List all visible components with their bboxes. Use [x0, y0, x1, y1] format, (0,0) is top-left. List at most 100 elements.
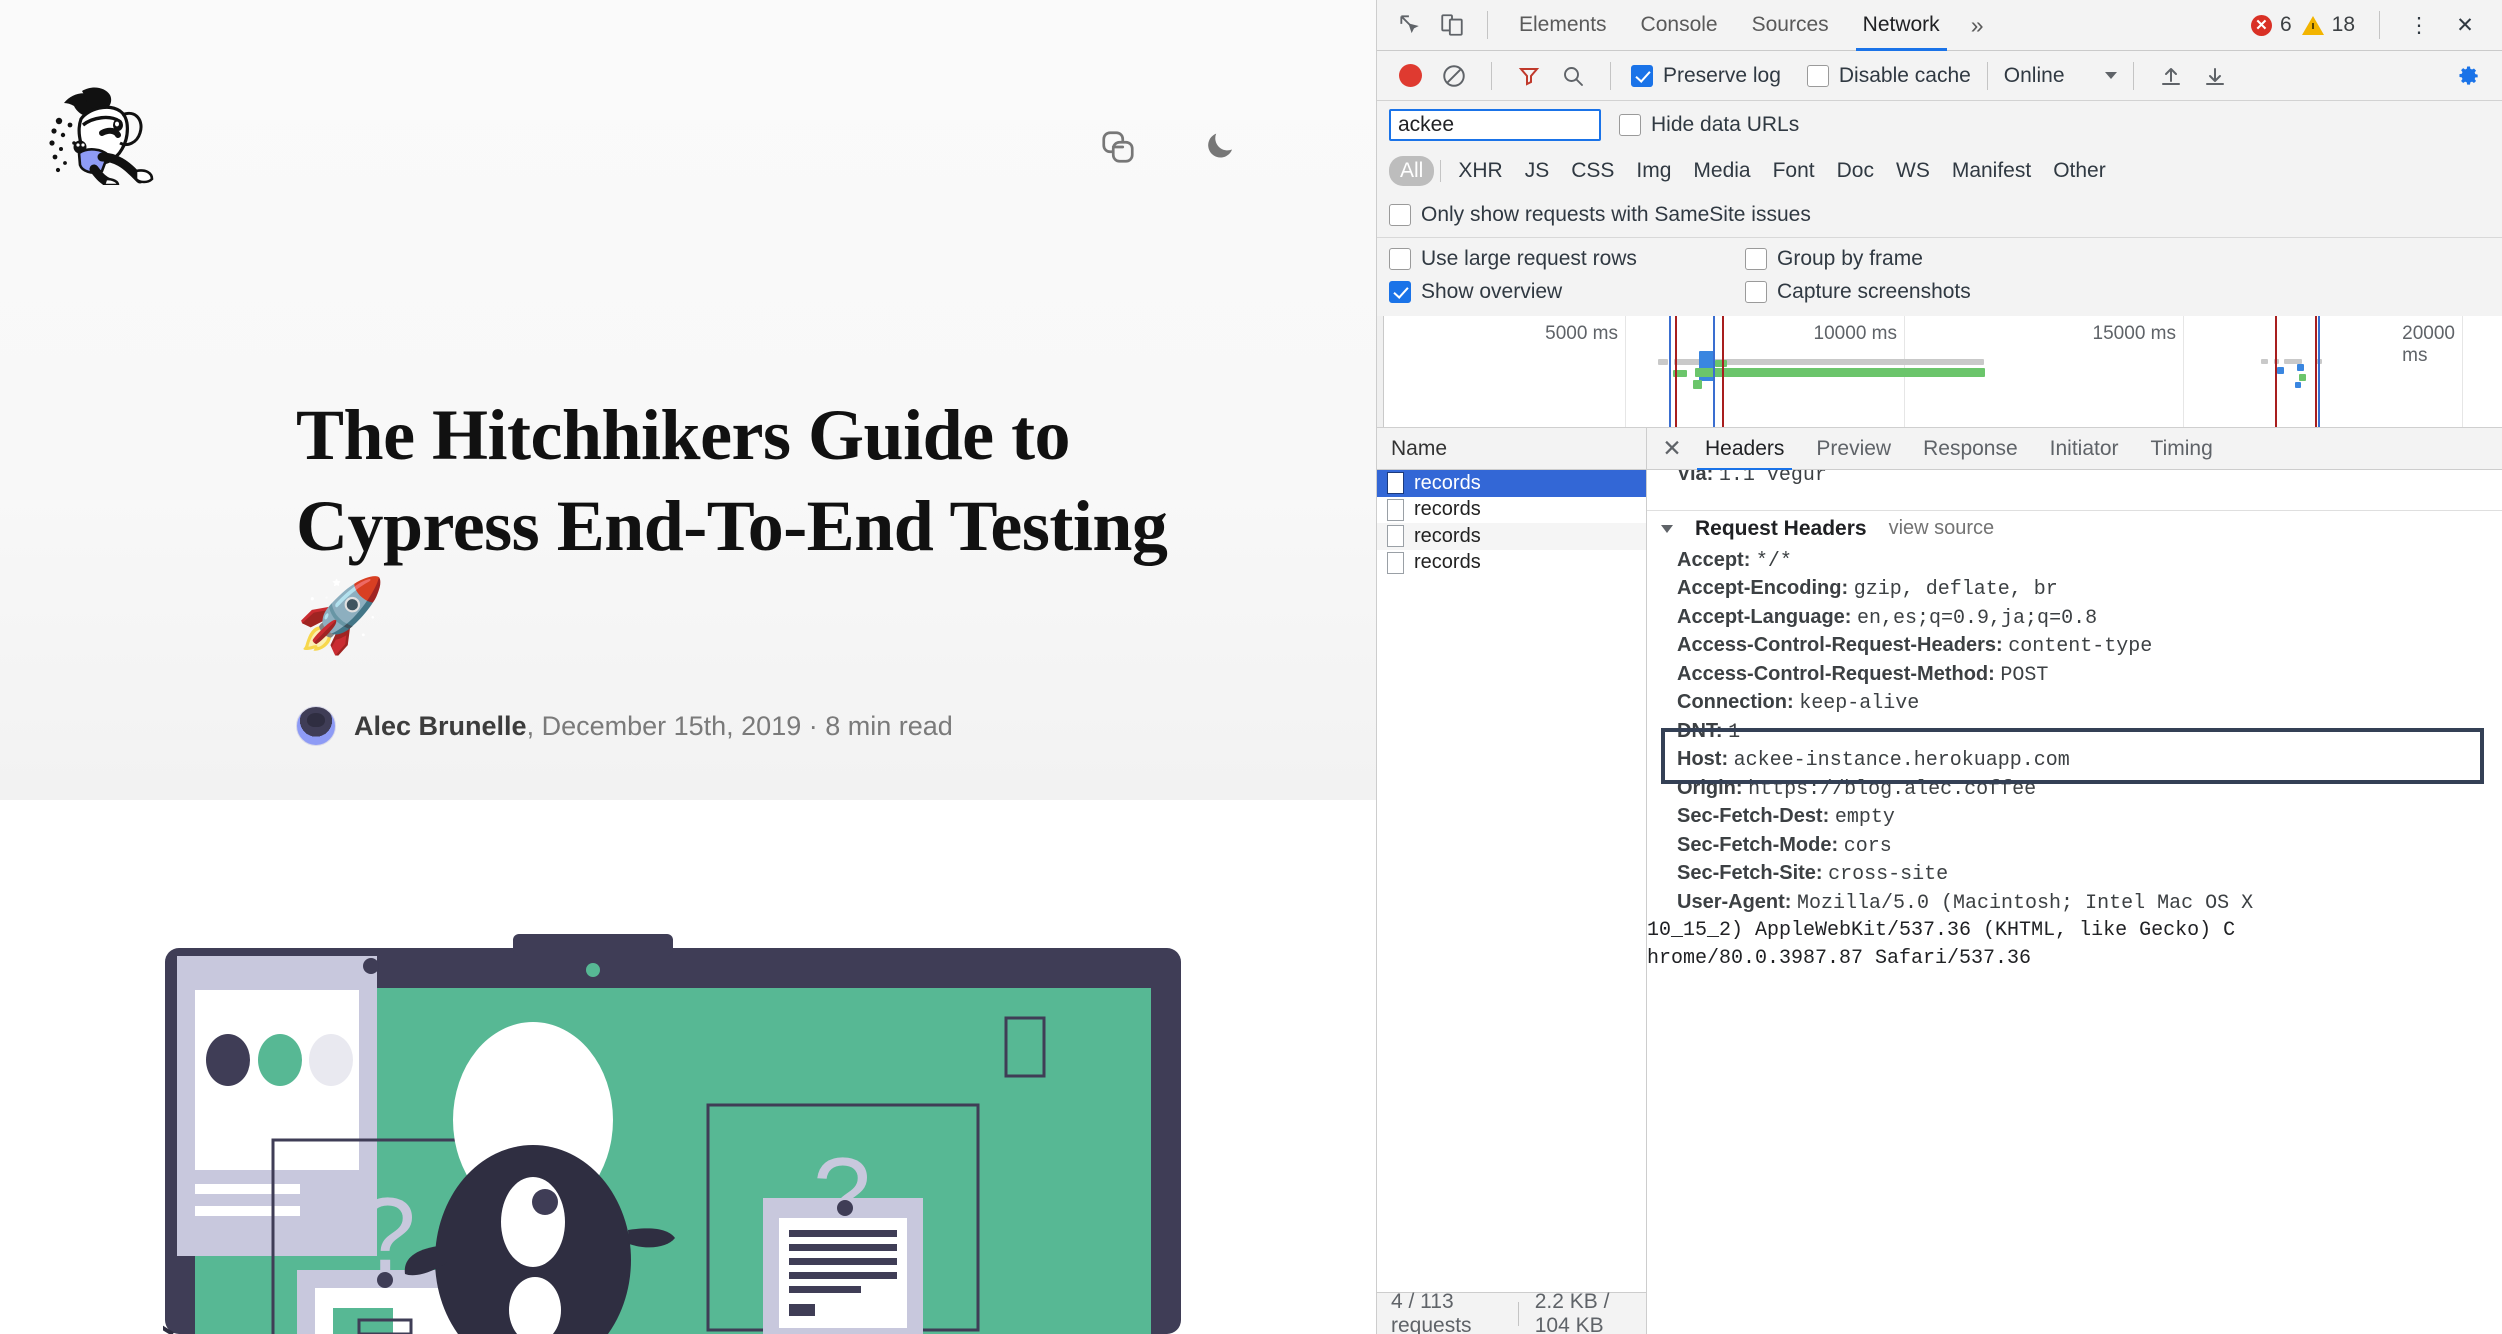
more-options-icon[interactable]: ⋮ [2398, 4, 2440, 46]
overview-bar [2297, 364, 2304, 371]
capture-screenshots-label: Capture screenshots [1777, 279, 1971, 303]
preserve-log-checkbox[interactable] [1631, 64, 1653, 87]
header-value: cross-site [1828, 863, 1949, 886]
request-list-column-header[interactable]: Name [1377, 428, 1646, 470]
header-name: DNT: [1677, 719, 1723, 742]
tab-preview[interactable]: Preview [1800, 428, 1907, 470]
status-divider [1517, 1301, 1519, 1326]
header-value: empty [1834, 806, 1895, 829]
large-rows-checkbox[interactable] [1389, 247, 1411, 270]
type-filter-media[interactable]: Media [1682, 156, 1761, 186]
tab-console[interactable]: Console [1624, 0, 1735, 51]
overview-bar [2261, 359, 2268, 364]
error-count-badge[interactable]: ✕ 6 [2250, 13, 2292, 37]
overview-bar [1695, 368, 1985, 377]
header-value: ackee-instance.herokuapp.com [1733, 749, 2070, 772]
view-source-link[interactable]: view source [1889, 517, 1995, 540]
overview-tick-5000: 5000 ms [1545, 323, 1618, 344]
dark-mode-moon-icon[interactable] [1203, 128, 1241, 166]
type-filter-css[interactable]: CSS [1560, 156, 1625, 186]
post-date-readtime: , December 15th, 2019 · 8 min read [526, 710, 953, 741]
show-overview-checkbox-row[interactable]: Show overview [1389, 280, 1745, 304]
share-link-icon[interactable] [1099, 128, 1137, 166]
overview-gridline [1625, 316, 1626, 427]
header-row-sec-fetch-mode: Sec-Fetch-Mode: cors [1647, 832, 2502, 861]
tab-sources[interactable]: Sources [1735, 0, 1846, 51]
capture-screenshots-checkbox-row[interactable]: Capture screenshots [1745, 280, 2490, 304]
header-value: */* [1755, 549, 1792, 573]
tab-headers[interactable]: Headers [1689, 428, 1800, 471]
tab-initiator[interactable]: Initiator [2034, 428, 2135, 470]
table-row[interactable]: records [1377, 523, 1646, 550]
filter-input[interactable] [1389, 109, 1601, 141]
type-filter-manifest[interactable]: Manifest [1941, 156, 2042, 186]
header-row-origin: Origin: https://blog.alec.coffee [1647, 775, 2502, 804]
request-headers-body[interactable]: Via: 1.1 vegur Request Headers view sour… [1647, 470, 2502, 1334]
inspect-element-icon[interactable] [1389, 4, 1431, 46]
type-filter-other[interactable]: Other [2042, 156, 2117, 186]
table-row[interactable]: records [1377, 470, 1646, 497]
header-row-connection: Connection: keep-alive [1647, 689, 2502, 718]
network-toolbar: Preserve log Disable cache Online [1377, 51, 2502, 101]
clear-button[interactable] [1433, 55, 1475, 97]
network-overview-timeline[interactable]: 5000 ms 10000 ms 15000 ms 20000 ms [1377, 316, 2502, 428]
overview-left-gutter [1377, 316, 1384, 427]
filter-icon[interactable] [1508, 55, 1550, 97]
overview-bar [1715, 360, 1727, 367]
disable-cache-checkbox-row[interactable]: Disable cache [1806, 64, 1971, 88]
tab-response[interactable]: Response [1907, 428, 2034, 470]
large-rows-checkbox-row[interactable]: Use large request rows [1389, 247, 1745, 271]
author-name[interactable]: Alec Brunelle [354, 711, 527, 742]
tab-elements[interactable]: Elements [1502, 0, 1624, 51]
header-row-user-agent-cont: hrome/80.0.3987.87 Safari/537.36 [1647, 946, 2032, 970]
tab-timing[interactable]: Timing [2135, 428, 2229, 470]
type-filter-doc[interactable]: Doc [1826, 156, 1885, 186]
type-filter-js[interactable]: JS [1514, 156, 1561, 186]
header-name: Accept-Encoding: [1677, 577, 1849, 599]
disable-cache-checkbox[interactable] [1806, 64, 1829, 87]
search-icon[interactable] [1552, 55, 1594, 97]
devtools-tabbar: Elements Console Sources Network » ✕ 6 1… [1377, 0, 2502, 51]
preserve-log-checkbox-row[interactable]: Preserve log [1631, 64, 1781, 88]
blog-header-actions [1099, 128, 1241, 166]
group-by-frame-checkbox[interactable] [1745, 247, 1767, 270]
header-value: 1.1 vegur [1718, 470, 1827, 487]
capture-screenshots-checkbox[interactable] [1745, 280, 1767, 303]
table-row[interactable]: records [1377, 497, 1646, 524]
tab-network[interactable]: Network [1846, 0, 1957, 51]
record-icon [1398, 64, 1422, 87]
more-tabs-icon[interactable]: » [1957, 12, 1998, 39]
site-logo-running-coffee-icon[interactable] [30, 75, 210, 188]
import-har-icon[interactable] [2150, 55, 2192, 97]
header-name: Accept: [1677, 548, 1751, 571]
warning-icon [2301, 15, 2324, 35]
header-row-user-agent-cont: 10_15_2) AppleWebKit/537.36 (KHTML, like… [1647, 919, 2236, 942]
type-filter-all[interactable]: All [1389, 156, 1435, 186]
header-row-user-agent: User-Agent: Mozilla/5.0 (Macintosh; Inte… [1647, 889, 2502, 918]
hide-data-urls-checkbox-row[interactable]: Hide data URLs [1619, 113, 1799, 137]
table-row[interactable]: records [1377, 550, 1646, 577]
resource-type-filters: All XHR JS CSS Img Media Font Doc WS Man… [1377, 149, 2502, 193]
header-row-via: Via: 1.1 vegur [1647, 470, 2502, 490]
throttling-select[interactable]: Online [2004, 64, 2117, 88]
type-filter-xhr[interactable]: XHR [1447, 156, 1513, 186]
close-devtools-icon[interactable]: ✕ [2444, 4, 2486, 46]
samesite-checkbox-row[interactable]: Only show requests with SameSite issues [1389, 203, 1811, 227]
device-toolbar-icon[interactable] [1431, 4, 1473, 46]
header-name: Sec-Fetch-Site: [1677, 862, 1823, 884]
hide-data-urls-checkbox[interactable] [1619, 114, 1641, 136]
show-overview-checkbox[interactable] [1389, 280, 1411, 303]
error-count-value: 6 [2279, 13, 2292, 36]
samesite-checkbox[interactable] [1389, 204, 1411, 226]
group-by-frame-checkbox-row[interactable]: Group by frame [1745, 247, 2490, 271]
devtools-panel: Elements Console Sources Network » ✕ 6 1… [1376, 0, 2502, 1334]
type-filter-font[interactable]: Font [1762, 156, 1826, 186]
warning-count-badge[interactable]: 18 [2301, 13, 2355, 37]
record-button[interactable] [1389, 55, 1431, 97]
export-har-icon[interactable] [2194, 55, 2236, 97]
gear-icon[interactable] [2448, 55, 2490, 97]
request-headers-section-toggle[interactable]: Request Headers view source [1647, 511, 2502, 547]
type-filter-ws[interactable]: WS [1885, 156, 1941, 186]
type-filter-img[interactable]: Img [1625, 156, 1682, 186]
close-detail-icon[interactable]: ✕ [1655, 432, 1689, 466]
